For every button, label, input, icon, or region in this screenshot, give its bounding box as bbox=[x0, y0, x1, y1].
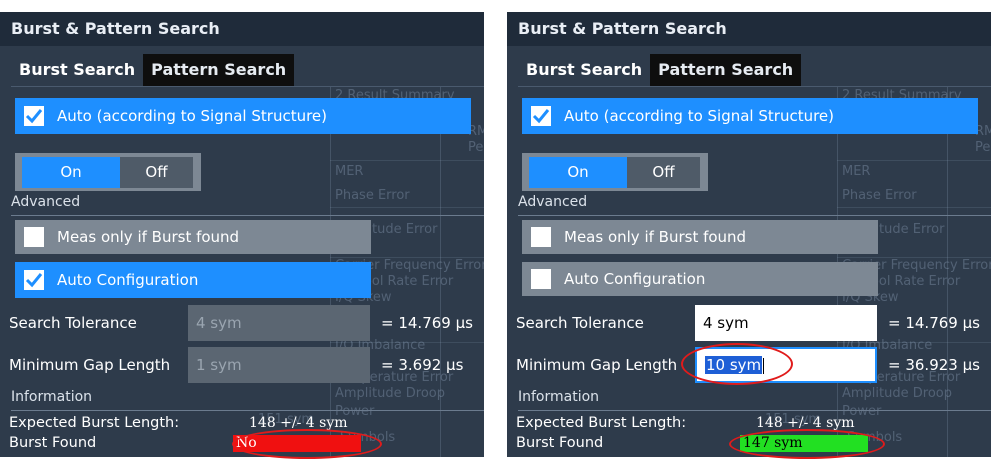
auto-label: Auto (according to Signal Structure) bbox=[57, 107, 327, 125]
auto-config-row[interactable]: Auto Configuration bbox=[522, 262, 878, 296]
text-caret bbox=[763, 357, 765, 374]
auto-checkbox[interactable] bbox=[531, 106, 551, 126]
bg-peak: Peak bbox=[468, 140, 484, 155]
information-label: Information bbox=[518, 389, 600, 405]
tab-burst-search[interactable]: Burst Search bbox=[518, 54, 651, 86]
tab-divider bbox=[518, 86, 991, 87]
bg-peak: Peak bbox=[975, 140, 991, 155]
auto-config-checkbox[interactable] bbox=[24, 270, 44, 290]
meas-only-row[interactable]: Meas only if Burst found bbox=[522, 220, 878, 254]
on-off-toggle[interactable]: On Off bbox=[522, 153, 708, 191]
burst-found-label: Burst Found bbox=[516, 435, 604, 451]
expected-burst-label: Expected Burst Length: bbox=[516, 415, 687, 431]
expected-burst-value: 148 +/- 4 sym bbox=[756, 415, 855, 431]
bg-mer: MER bbox=[842, 164, 871, 179]
auto-checkbox-row[interactable]: Auto (according to Signal Structure) bbox=[15, 98, 471, 134]
min-gap-time: = 36.923 µs bbox=[888, 356, 980, 374]
auto-config-row[interactable]: Auto Configuration bbox=[15, 262, 371, 298]
burst-found-status: No bbox=[233, 435, 361, 452]
meas-only-checkbox[interactable] bbox=[24, 227, 44, 247]
burst-pattern-dialog-left: 2 Result Summary RMS Peak MER Phase Erro… bbox=[0, 12, 484, 457]
checkmark-icon bbox=[25, 109, 43, 124]
information-label: Information bbox=[11, 389, 93, 405]
toggle-on-button[interactable]: On bbox=[22, 157, 120, 188]
tab-bar: Burst Search Pattern Search bbox=[518, 54, 802, 86]
tab-bar: Burst Search Pattern Search bbox=[11, 54, 295, 86]
section-advanced: Advanced bbox=[518, 194, 991, 216]
on-off-toggle[interactable]: On Off bbox=[15, 153, 201, 191]
tab-divider bbox=[11, 86, 484, 87]
search-tolerance-input[interactable]: 4 sym bbox=[188, 305, 370, 341]
burst-found-status: 147 sym bbox=[740, 435, 868, 452]
toggle-on-button[interactable]: On bbox=[529, 157, 627, 188]
tab-pattern-search[interactable]: Pattern Search bbox=[650, 54, 802, 86]
bg-mer: MER bbox=[335, 164, 364, 179]
auto-checkbox[interactable] bbox=[24, 106, 44, 126]
tab-burst-search[interactable]: Burst Search bbox=[11, 54, 144, 86]
min-gap-selected-text: 10 sym bbox=[705, 356, 763, 374]
toggle-off-button[interactable]: Off bbox=[120, 157, 193, 188]
meas-only-label: Meas only if Burst found bbox=[57, 228, 240, 246]
search-tolerance-input[interactable]: 4 sym bbox=[695, 305, 877, 341]
toggle-off-button[interactable]: Off bbox=[627, 157, 700, 188]
section-information: Information bbox=[518, 389, 991, 411]
search-tolerance-label: Search Tolerance bbox=[9, 314, 137, 332]
auto-config-checkbox[interactable] bbox=[531, 269, 551, 289]
meas-only-checkbox[interactable] bbox=[531, 227, 551, 247]
meas-only-label: Meas only if Burst found bbox=[564, 228, 747, 246]
burst-found-label: Burst Found bbox=[9, 435, 97, 451]
expected-burst-value: 148 +/- 4 sym bbox=[249, 415, 348, 431]
auto-label: Auto (according to Signal Structure) bbox=[564, 107, 834, 125]
search-tolerance-label: Search Tolerance bbox=[516, 314, 644, 332]
min-gap-label: Minimum Gap Length bbox=[516, 356, 678, 374]
checkmark-icon bbox=[532, 109, 550, 124]
min-gap-input[interactable]: 1 sym bbox=[188, 347, 370, 383]
meas-only-row[interactable]: Meas only if Burst found bbox=[15, 220, 371, 254]
dialog-title: Burst & Pattern Search bbox=[507, 12, 991, 46]
burst-pattern-dialog-right: 2 Result Summary RMS Peak MER Phase Erro… bbox=[507, 12, 991, 457]
expected-burst-label: Expected Burst Length: bbox=[9, 415, 180, 431]
section-information: Information bbox=[11, 389, 484, 411]
min-gap-label: Minimum Gap Length bbox=[9, 356, 171, 374]
section-advanced: Advanced bbox=[11, 194, 484, 216]
auto-checkbox-row[interactable]: Auto (according to Signal Structure) bbox=[522, 98, 978, 134]
min-gap-input[interactable]: 10 sym bbox=[695, 347, 877, 383]
min-gap-time: = 3.692 µs bbox=[381, 356, 464, 374]
dialog-title: Burst & Pattern Search bbox=[0, 12, 484, 46]
advanced-label: Advanced bbox=[11, 194, 81, 210]
auto-config-label: Auto Configuration bbox=[564, 270, 706, 288]
checkmark-icon bbox=[25, 273, 43, 288]
advanced-label: Advanced bbox=[518, 194, 588, 210]
tab-pattern-search[interactable]: Pattern Search bbox=[143, 54, 295, 86]
auto-config-label: Auto Configuration bbox=[57, 271, 199, 289]
search-tolerance-time: = 14.769 µs bbox=[888, 314, 980, 332]
search-tolerance-time: = 14.769 µs bbox=[381, 314, 473, 332]
